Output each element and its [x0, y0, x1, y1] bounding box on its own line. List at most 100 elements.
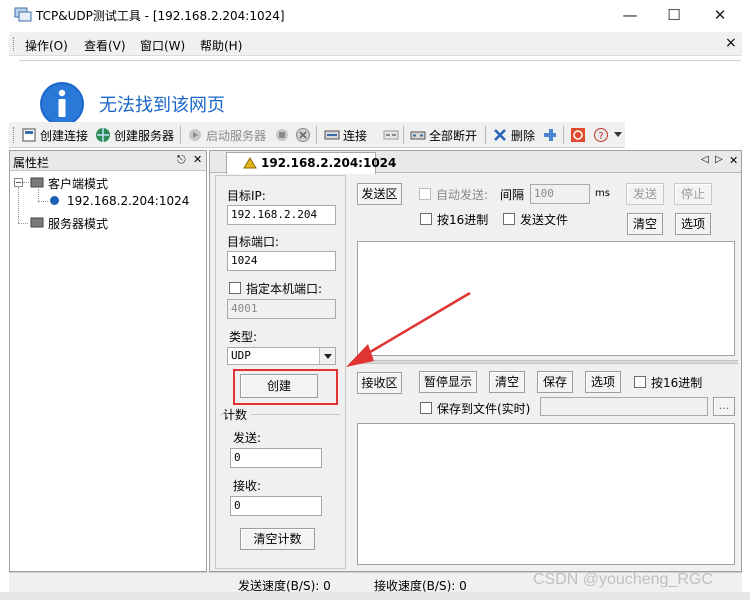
tree-line	[18, 187, 19, 223]
start-server-label: 启动服务器	[206, 128, 267, 143]
pin-icon[interactable]: ⎋	[177, 153, 186, 167]
recv-clear-button[interactable]: 清空	[489, 371, 525, 393]
type-label: 类型:	[229, 330, 258, 344]
menu-window[interactable]: 窗口(W)	[140, 37, 185, 54]
tab-connection[interactable]: 192.168.2.204:1024	[226, 152, 396, 174]
send-count-input[interactable]: 0	[230, 448, 322, 468]
recv-count-label: 接收:	[233, 479, 262, 493]
recv-hex-checkbox[interactable]	[634, 376, 646, 388]
auto-send-checkbox[interactable]	[419, 188, 431, 200]
local-port-label: 指定本机端口:	[246, 282, 323, 296]
properties-title: 属性栏	[13, 156, 50, 170]
mdi-close-button[interactable]: ×	[725, 35, 737, 51]
menu-view[interactable]: 查看(V)	[84, 37, 126, 54]
connection-dot-icon	[50, 196, 59, 205]
tab-close-button[interactable]: ✕	[729, 154, 738, 167]
connect-label: 连接	[343, 128, 368, 143]
properties-panel: 属性栏 ⎋ ✕ − 客户端模式 192.168.2.204:1024 服务器模式	[9, 150, 207, 572]
minimize-button[interactable]: —	[607, 0, 653, 30]
recv-options-button[interactable]: 选项	[585, 371, 621, 393]
watermark: CSDN @youcheng_RGC	[533, 571, 713, 588]
create-server-button[interactable]: 创建服务器	[95, 126, 174, 144]
disconnect-all-icon	[410, 127, 426, 143]
power-icon[interactable]	[570, 127, 586, 146]
toolbar-separator	[563, 126, 564, 144]
target-port-label: 目标端口:	[227, 235, 280, 249]
settings-puzzle-icon[interactable]	[542, 127, 558, 146]
connect-button[interactable]: 连接	[324, 126, 367, 144]
save-to-file-checkbox[interactable]	[420, 402, 432, 414]
type-select[interactable]: UDP	[227, 347, 336, 365]
send-count-label: 发送:	[233, 431, 262, 445]
tree-client-mode[interactable]: 客户端模式	[48, 175, 108, 192]
toolbar-overflow-icon[interactable]	[614, 132, 622, 137]
svg-text:?: ?	[598, 131, 603, 142]
globe-icon	[95, 127, 111, 143]
send-hex-checkbox[interactable]	[420, 213, 432, 225]
target-ip-input[interactable]: 192.168.2.204	[227, 205, 336, 225]
tree-line	[38, 189, 39, 201]
create-button[interactable]: 创建	[240, 374, 318, 398]
start-server-button[interactable]: 启动服务器	[187, 126, 266, 144]
tree-line	[18, 223, 28, 224]
menu-help[interactable]: 帮助(H)	[200, 37, 242, 54]
save-to-file-label: 保存到文件(实时)	[437, 402, 531, 416]
tree-server-mode[interactable]: 服务器模式	[48, 215, 108, 232]
toolbar-separator	[485, 126, 486, 144]
tab-strip: 192.168.2.204:1024 ◁ ▷ ✕	[210, 151, 741, 174]
send-file-label: 发送文件	[520, 213, 569, 227]
app-icon	[14, 7, 32, 23]
properties-header: 属性栏 ⎋ ✕	[10, 151, 206, 171]
toolbar-grip	[13, 127, 16, 143]
send-area-button[interactable]: 发送区	[357, 183, 402, 205]
stop-server-icon[interactable]	[274, 127, 290, 146]
tab-nav-left-icon[interactable]: ◁	[701, 154, 709, 165]
disconnect-icon[interactable]	[383, 127, 399, 146]
toolbar-separator	[403, 126, 404, 144]
disconnect-all-label: 全部断开	[429, 128, 478, 143]
send-file-checkbox[interactable]	[503, 213, 515, 225]
clear-count-button[interactable]: 清空计数	[240, 528, 315, 550]
local-port-input[interactable]: 4001	[227, 299, 336, 319]
recv-count-input[interactable]: 0	[230, 496, 322, 516]
cancel-icon[interactable]	[295, 127, 311, 146]
send-options-button[interactable]: 选项	[675, 213, 711, 235]
server-mode-icon	[30, 217, 44, 232]
maximize-button[interactable]: ☐	[651, 0, 697, 30]
browse-button[interactable]: ...	[713, 397, 735, 416]
annotation-arrow	[346, 291, 471, 367]
local-port-checkbox[interactable]	[229, 282, 241, 294]
connect-icon	[324, 127, 340, 143]
client-mode-icon	[30, 177, 44, 192]
recv-hex-label: 按16进制	[651, 376, 703, 390]
help-icon[interactable]: ?	[593, 127, 609, 146]
create-connection-icon	[21, 127, 37, 143]
connection-tab-icon	[243, 157, 257, 172]
close-window-button[interactable]: ✕	[697, 0, 743, 30]
properties-close-button[interactable]: ✕	[193, 153, 202, 166]
send-button[interactable]: 发送	[626, 183, 664, 205]
create-connection-button[interactable]: 创建连接	[21, 126, 88, 144]
recv-save-button[interactable]: 保存	[537, 371, 573, 393]
tab-nav-right-icon[interactable]: ▷	[715, 154, 723, 165]
target-ip-label: 目标IP:	[227, 189, 266, 203]
delete-label: 删除	[511, 128, 536, 143]
disconnect-all-button[interactable]: 全部断开	[410, 126, 477, 144]
target-port-input[interactable]: 1024	[227, 251, 336, 271]
send-clear-button[interactable]: 清空	[627, 213, 663, 235]
tree-collapse-icon[interactable]: −	[14, 178, 23, 187]
stop-button[interactable]: 停止	[674, 183, 712, 205]
delete-button[interactable]: 删除	[492, 126, 535, 144]
menu-operation[interactable]: 操作(O)	[25, 37, 68, 54]
title-bar: TCP&UDP测试工具 - [192.168.2.204:1024] — ☐ ✕	[0, 0, 750, 32]
window-title: TCP&UDP测试工具 - [192.168.2.204:1024]	[36, 9, 285, 23]
interval-unit: ms	[595, 188, 610, 199]
send-hex-label: 按16进制	[437, 213, 489, 227]
save-file-path-input[interactable]	[540, 397, 708, 416]
create-connection-label: 创建连接	[40, 128, 89, 143]
interval-input[interactable]: 100	[530, 184, 590, 204]
browser-pane: 无法找到该网页	[19, 60, 741, 126]
tree-connection-item[interactable]: 192.168.2.204:1024	[65, 194, 191, 208]
tab-label: 192.168.2.204:1024	[261, 156, 397, 170]
create-server-label: 创建服务器	[114, 128, 175, 143]
